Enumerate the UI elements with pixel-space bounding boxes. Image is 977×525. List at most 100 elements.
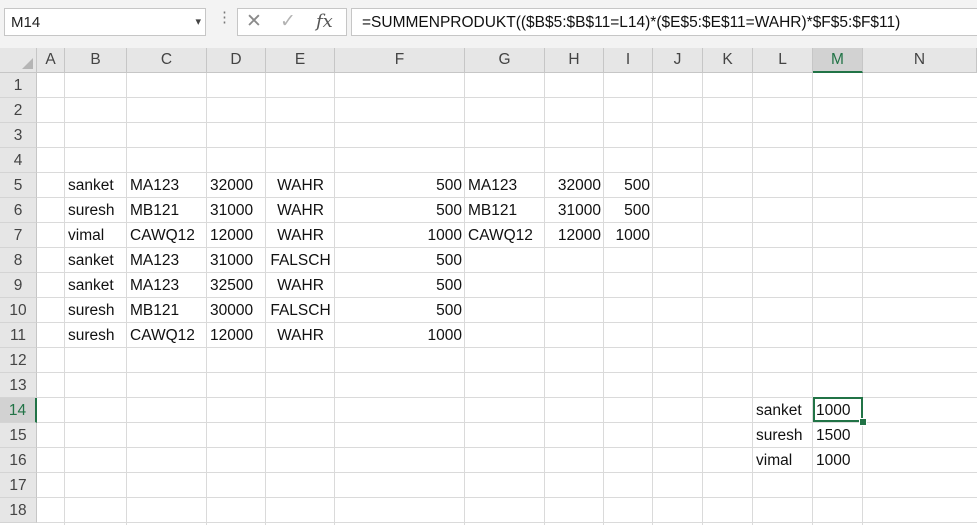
cell-i7[interactable]: 1000 <box>604 223 653 248</box>
cell-d8[interactable]: 31000 <box>207 248 266 273</box>
cell-e11[interactable]: WAHR <box>266 323 335 348</box>
cell-d11[interactable]: 12000 <box>207 323 266 348</box>
gridline-vertical <box>603 73 604 525</box>
gridline-vertical <box>544 73 545 525</box>
column-header-e[interactable]: E <box>266 48 335 73</box>
column-header-a[interactable]: A <box>37 48 65 73</box>
cell-e10[interactable]: FALSCH <box>266 298 335 323</box>
gridline-horizontal <box>37 147 977 148</box>
row-header-3[interactable]: 3 <box>0 123 37 148</box>
formula-text[interactable]: =SUMMENPRODUKT(($B$5:$B$11=L14)*($E$5:$E… <box>362 14 900 32</box>
column-header-l[interactable]: L <box>753 48 813 73</box>
more-options-icon[interactable]: ⋮ <box>217 10 232 25</box>
cell-f8[interactable]: 500 <box>335 248 465 273</box>
row-header-5[interactable]: 5 <box>0 173 37 198</box>
formula-input[interactable]: =SUMMENPRODUKT(($B$5:$B$11=L14)*($E$5:$E… <box>351 8 977 36</box>
row-header-11[interactable]: 11 <box>0 323 37 348</box>
cell-f6[interactable]: 500 <box>335 198 465 223</box>
cell-d10[interactable]: 30000 <box>207 298 266 323</box>
cell-b6[interactable]: suresh <box>65 198 127 223</box>
cell-f5[interactable]: 500 <box>335 173 465 198</box>
column-header-b[interactable]: B <box>65 48 127 73</box>
cell-e8[interactable]: FALSCH <box>266 248 335 273</box>
row-header-9[interactable]: 9 <box>0 273 37 298</box>
cell-d9[interactable]: 32500 <box>207 273 266 298</box>
cell-e5[interactable]: WAHR <box>266 173 335 198</box>
row-header-10[interactable]: 10 <box>0 298 37 323</box>
cell-b9[interactable]: sanket <box>65 273 127 298</box>
row-header-6[interactable]: 6 <box>0 198 37 223</box>
cell-m15[interactable]: 1500 <box>813 423 863 448</box>
row-header-16[interactable]: 16 <box>0 448 37 473</box>
cell-i6[interactable]: 500 <box>604 198 653 223</box>
row-header-14[interactable]: 14 <box>0 398 37 423</box>
row-header-17[interactable]: 17 <box>0 473 37 498</box>
cell-e7[interactable]: WAHR <box>266 223 335 248</box>
cell-d7[interactable]: 12000 <box>207 223 266 248</box>
cell-h5[interactable]: 32000 <box>545 173 604 198</box>
row-header-13[interactable]: 13 <box>0 373 37 398</box>
column-header-k[interactable]: K <box>703 48 753 73</box>
cell-d5[interactable]: 32000 <box>207 173 266 198</box>
column-header-c[interactable]: C <box>127 48 207 73</box>
cell-g5[interactable]: MA123 <box>465 173 545 198</box>
column-header-n[interactable]: N <box>863 48 977 73</box>
name-box[interactable]: M14 ▾ <box>4 8 206 36</box>
cell-c7[interactable]: CAWQ12 <box>127 223 207 248</box>
cell-d6[interactable]: 31000 <box>207 198 266 223</box>
cell-b5[interactable]: sanket <box>65 173 127 198</box>
chevron-down-icon[interactable]: ▾ <box>195 15 201 28</box>
cell-h6[interactable]: 31000 <box>545 198 604 223</box>
row-header-15[interactable]: 15 <box>0 423 37 448</box>
row-header-2[interactable]: 2 <box>0 98 37 123</box>
select-all-corner[interactable] <box>0 48 37 73</box>
cell-f10[interactable]: 500 <box>335 298 465 323</box>
row-header-1[interactable]: 1 <box>0 73 37 98</box>
row-header-8[interactable]: 8 <box>0 248 37 273</box>
cell-e9[interactable]: WAHR <box>266 273 335 298</box>
select-all-icon <box>22 58 33 69</box>
column-header-d[interactable]: D <box>207 48 266 73</box>
cell-c8[interactable]: MA123 <box>127 248 207 273</box>
row-header-18[interactable]: 18 <box>0 498 37 523</box>
cell-c9[interactable]: MA123 <box>127 273 207 298</box>
cell-b10[interactable]: suresh <box>65 298 127 323</box>
gridline-horizontal <box>37 122 977 123</box>
cell-g7[interactable]: CAWQ12 <box>465 223 545 248</box>
cell-l16[interactable]: vimal <box>753 448 813 473</box>
cell-b8[interactable]: sanket <box>65 248 127 273</box>
cell-c11[interactable]: CAWQ12 <box>127 323 207 348</box>
column-header-g[interactable]: G <box>465 48 545 73</box>
cell-f9[interactable]: 500 <box>335 273 465 298</box>
cell-l15[interactable]: suresh <box>753 423 813 448</box>
cell-b7[interactable]: vimal <box>65 223 127 248</box>
cell-c6[interactable]: MB121 <box>127 198 207 223</box>
cell-c5[interactable]: MA123 <box>127 173 207 198</box>
column-header-j[interactable]: J <box>653 48 703 73</box>
cell-b11[interactable]: suresh <box>65 323 127 348</box>
fill-handle[interactable] <box>859 418 867 426</box>
row-header-4[interactable]: 4 <box>0 148 37 173</box>
cell-e6[interactable]: WAHR <box>266 198 335 223</box>
cell-f11[interactable]: 1000 <box>335 323 465 348</box>
gridline-horizontal <box>37 497 977 498</box>
cell-g6[interactable]: MB121 <box>465 198 545 223</box>
cell-l14[interactable]: sanket <box>753 398 813 423</box>
active-cell-border[interactable] <box>813 397 863 422</box>
column-header-f[interactable]: F <box>335 48 465 73</box>
cell-m16[interactable]: 1000 <box>813 448 863 473</box>
column-header-h[interactable]: H <box>545 48 604 73</box>
cell-h7[interactable]: 12000 <box>545 223 604 248</box>
name-box-value[interactable]: M14 <box>11 14 40 31</box>
row-header-12[interactable]: 12 <box>0 348 37 373</box>
cell-i5[interactable]: 500 <box>604 173 653 198</box>
spreadsheet-grid[interactable]: A B C D E F G H I J K L M N 1 2 3 4 5 6 7 8 9 10 11 12 13 14 15 16 17 1… <box>0 48 977 525</box>
cancel-icon[interactable]: ✕ <box>246 12 262 32</box>
column-header-i[interactable]: I <box>604 48 653 73</box>
cell-c10[interactable]: MB121 <box>127 298 207 323</box>
cell-f7[interactable]: 1000 <box>335 223 465 248</box>
check-icon[interactable]: ✓ <box>280 12 296 32</box>
insert-function-icon[interactable]: fx <box>316 12 333 32</box>
column-header-m[interactable]: M <box>813 48 863 73</box>
row-header-7[interactable]: 7 <box>0 223 37 248</box>
